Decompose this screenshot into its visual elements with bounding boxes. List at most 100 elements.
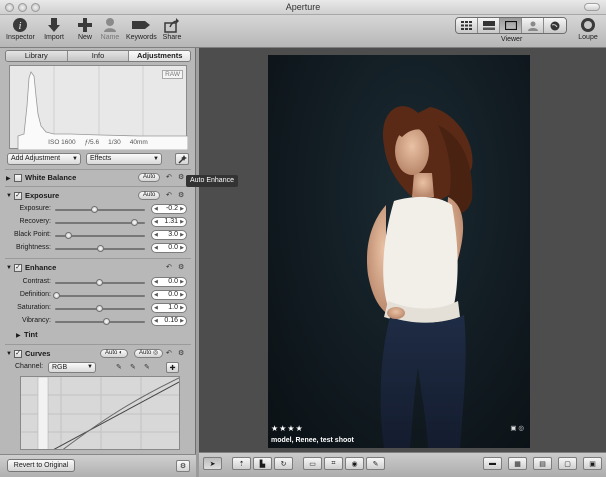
viewer-only-button[interactable] [500, 18, 522, 33]
browser-view-button[interactable] [456, 18, 478, 33]
value-field[interactable]: ◀ 0.0 ▶ [151, 277, 187, 287]
value-field[interactable]: ◀ -0.2 ▶ [151, 204, 187, 214]
curves-auto-levels-button[interactable]: Auto ◐ [100, 349, 128, 358]
inspector-button[interactable]: i Inspector [6, 16, 35, 41]
slider-knob[interactable] [103, 318, 110, 325]
tab-info[interactable]: Info [67, 51, 130, 61]
faces-view-button[interactable] [522, 18, 544, 33]
slider-track[interactable] [55, 318, 145, 325]
name-button[interactable]: Name [100, 16, 120, 41]
slider-knob[interactable] [97, 245, 104, 252]
auto-enhance-button[interactable] [175, 153, 189, 165]
fullscreen-button[interactable]: ▣ [583, 457, 602, 470]
reset-icon[interactable]: ↶ [166, 263, 172, 271]
disclosure-triangle-icon[interactable]: ▼ [6, 265, 12, 271]
tag-icon [131, 16, 151, 34]
viewer-mode-group [455, 17, 567, 34]
crop-tool-button[interactable]: ⌗ [324, 457, 343, 470]
slider-track[interactable] [55, 206, 145, 213]
disclosure-triangle-icon[interactable]: ▼ [6, 193, 12, 199]
magic-wand-icon [178, 154, 187, 163]
new-button[interactable]: New [75, 16, 95, 41]
slider-knob[interactable] [65, 232, 72, 239]
gray-eyedropper-icon[interactable]: ✎ [130, 363, 136, 371]
curves-auto-color-button[interactable]: Auto ◎ [134, 349, 164, 358]
effects-select[interactable]: Effects ▼ [86, 153, 162, 165]
stamp-tool-button[interactable]: ▙ [253, 457, 272, 470]
tab-adjustments[interactable]: Adjustments [129, 51, 190, 61]
selection-tool-button[interactable]: ➤ [203, 457, 222, 470]
places-view-button[interactable] [544, 18, 566, 33]
revert-to-original-button[interactable]: Revert to Original [7, 459, 75, 472]
value-field[interactable]: ◀ 0.0 ▶ [151, 243, 187, 253]
curves-graph[interactable] [20, 376, 180, 450]
add-point-button[interactable]: ✚ [166, 362, 179, 373]
slider-knob[interactable] [91, 206, 98, 213]
toolbar-toggle-button[interactable] [584, 3, 600, 11]
brush-tool-button[interactable]: ✎ [366, 457, 385, 470]
curves-checkbox[interactable]: ✓ [14, 350, 22, 358]
slider-knob[interactable] [96, 279, 103, 286]
disclosure-triangle-icon[interactable]: ▶ [16, 332, 21, 339]
loupe-button[interactable]: Loupe [578, 16, 598, 41]
gear-icon: ⚙ [179, 463, 187, 470]
gear-icon[interactable]: ⚙ [178, 173, 184, 181]
tab-library[interactable]: Library [6, 51, 68, 61]
value-field[interactable]: ◀ 1.31 ▶ [151, 217, 187, 227]
keywords-label: Keywords [126, 34, 157, 41]
add-adjustment-select[interactable]: Add Adjustment ▼ [7, 153, 81, 165]
channel-select[interactable]: RGB ▼ [48, 362, 96, 373]
raw-badge: RAW [162, 70, 183, 79]
enhance-checkbox[interactable]: ✓ [14, 264, 22, 272]
view-options-button[interactable]: ▦ [508, 457, 527, 470]
photo[interactable]: ★★★★ model, Renee, test shoot ▣ ◎ [268, 55, 530, 448]
slider-label: Recovery: [19, 218, 51, 225]
zoom-window-button[interactable] [31, 3, 40, 12]
panel-actions-button[interactable]: ⚙ [176, 460, 190, 472]
white-eyedropper-icon[interactable]: ✎ [144, 363, 150, 371]
show-metadata-button[interactable]: ▤ [533, 457, 552, 470]
value-field[interactable]: ◀ 0.16 ▶ [151, 316, 187, 326]
black-eyedropper-icon[interactable]: ✎ [116, 363, 122, 371]
gear-icon[interactable]: ⚙ [178, 263, 184, 271]
minimize-window-button[interactable] [18, 3, 27, 12]
red-eye-tool-button[interactable]: ◉ [345, 457, 364, 470]
value-field[interactable]: ◀ 1.0 ▶ [151, 303, 187, 313]
slider-knob[interactable] [53, 292, 60, 299]
gear-icon[interactable]: ⚙ [178, 191, 184, 199]
slider-track[interactable] [55, 219, 145, 226]
share-label: Share [162, 34, 182, 41]
lift-stamp-tool-button[interactable]: ⇡ [232, 457, 251, 470]
slider-track[interactable] [53, 292, 145, 299]
exposure-auto-button[interactable]: Auto [138, 191, 161, 200]
white-balance-auto-button[interactable]: Auto [138, 173, 161, 182]
tool-strip: ➤ ⇡ ▙ ↻ ▭ ⌗ ◉ ✎ [203, 457, 385, 470]
slider-track[interactable] [55, 279, 145, 286]
value-field[interactable]: ◀ 3.0 ▶ [151, 230, 187, 240]
rotate-tool-button[interactable]: ↻ [274, 457, 293, 470]
slider-knob[interactable] [131, 219, 138, 226]
disclosure-triangle-icon[interactable]: ▼ [6, 351, 12, 357]
slider-knob[interactable] [96, 305, 103, 312]
slider-track[interactable] [55, 305, 145, 312]
reset-icon[interactable]: ↶ [166, 173, 172, 181]
reset-icon[interactable]: ↶ [166, 349, 172, 357]
contrast-slider-row: Contrast: ◀ 0.0 ▶ [0, 277, 196, 289]
gear-icon[interactable]: ⚙ [178, 349, 184, 357]
show-filmstrip-button[interactable]: ▬ [483, 457, 502, 470]
reset-icon[interactable]: ↶ [166, 191, 172, 199]
close-window-button[interactable] [5, 3, 14, 12]
tint-header[interactable]: ▶ Tint [0, 329, 196, 341]
straighten-tool-button[interactable]: ▭ [303, 457, 322, 470]
share-button[interactable]: Share [162, 16, 182, 41]
keywords-button[interactable]: Keywords [126, 16, 157, 41]
exposure-checkbox[interactable]: ✓ [14, 192, 22, 200]
slider-track[interactable] [55, 232, 145, 239]
one-up-button[interactable]: ▢ [558, 457, 577, 470]
import-button[interactable]: Import [44, 16, 64, 41]
slider-track[interactable] [55, 245, 145, 252]
split-view-button[interactable] [478, 18, 500, 33]
value-field[interactable]: ◀ 0.0 ▶ [151, 290, 187, 300]
white-balance-checkbox[interactable] [14, 174, 22, 182]
disclosure-triangle-icon[interactable]: ▶ [6, 175, 11, 182]
